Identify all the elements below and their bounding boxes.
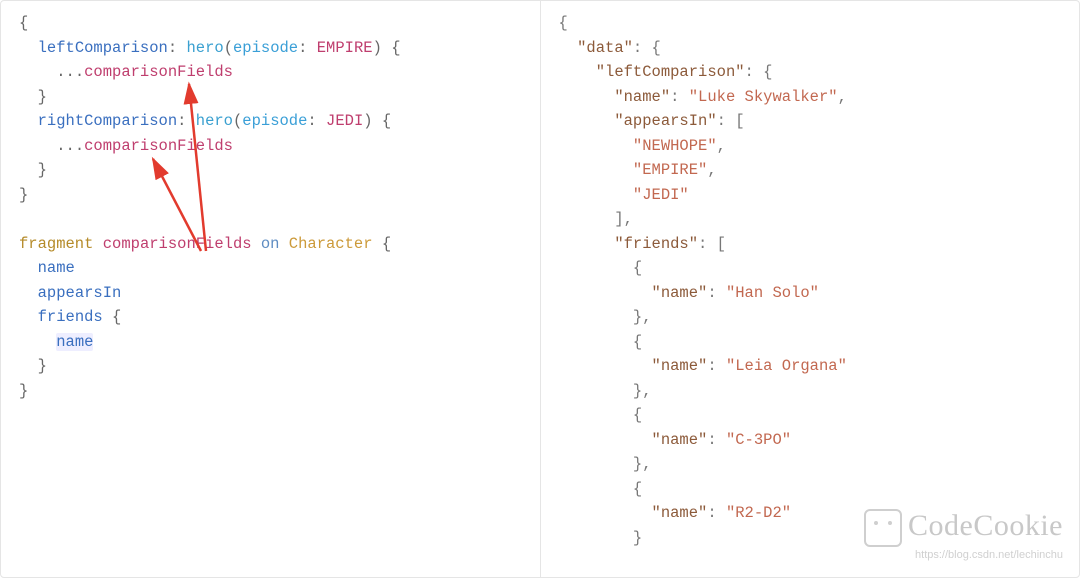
field-appearsin: appearsIn: [38, 284, 122, 302]
enum-empire: EMPIRE: [317, 39, 373, 57]
spread-comparisonfields-1: comparisonFields: [84, 63, 233, 81]
field-friends-name: name: [56, 333, 93, 351]
field-friends: friends: [38, 308, 103, 326]
enum-jedi: JEDI: [326, 112, 363, 130]
value-luke: "Luke Skywalker": [689, 88, 838, 106]
value-c3po: "C-3PO": [726, 431, 791, 449]
value-r2d2: "R2-D2": [726, 504, 791, 522]
query-code[interactable]: { leftComparison: hero(episode: EMPIRE) …: [19, 11, 530, 403]
keyword-fragment: fragment: [19, 235, 93, 253]
arg-episode: episode: [233, 39, 298, 57]
value-leia: "Leia Organa": [726, 357, 847, 375]
brace: {: [19, 14, 28, 32]
value-empire: "EMPIRE": [633, 161, 707, 179]
value-han: "Han Solo": [726, 284, 819, 302]
code-comparison-panel: { leftComparison: hero(episode: EMPIRE) …: [0, 0, 1080, 578]
key-data: "data": [577, 39, 633, 57]
response-code[interactable]: { "data": { "leftComparison": { "name": …: [559, 11, 1070, 550]
field-name: name: [38, 259, 75, 277]
keyword-on: on: [261, 235, 280, 253]
type-character: Character: [289, 235, 373, 253]
value-newhope: "NEWHOPE": [633, 137, 717, 155]
field-hero: hero: [186, 39, 223, 57]
response-pane: { "data": { "leftComparison": { "name": …: [541, 1, 1080, 577]
spread-comparisonfields-2: comparisonFields: [84, 137, 233, 155]
alias-left: leftComparison: [38, 39, 168, 57]
query-pane: { leftComparison: hero(episode: EMPIRE) …: [1, 1, 541, 577]
value-jedi: "JEDI": [633, 186, 689, 204]
key-leftcomparison: "leftComparison": [596, 63, 745, 81]
fragment-def-name: comparisonFields: [103, 235, 252, 253]
alias-right: rightComparison: [38, 112, 178, 130]
